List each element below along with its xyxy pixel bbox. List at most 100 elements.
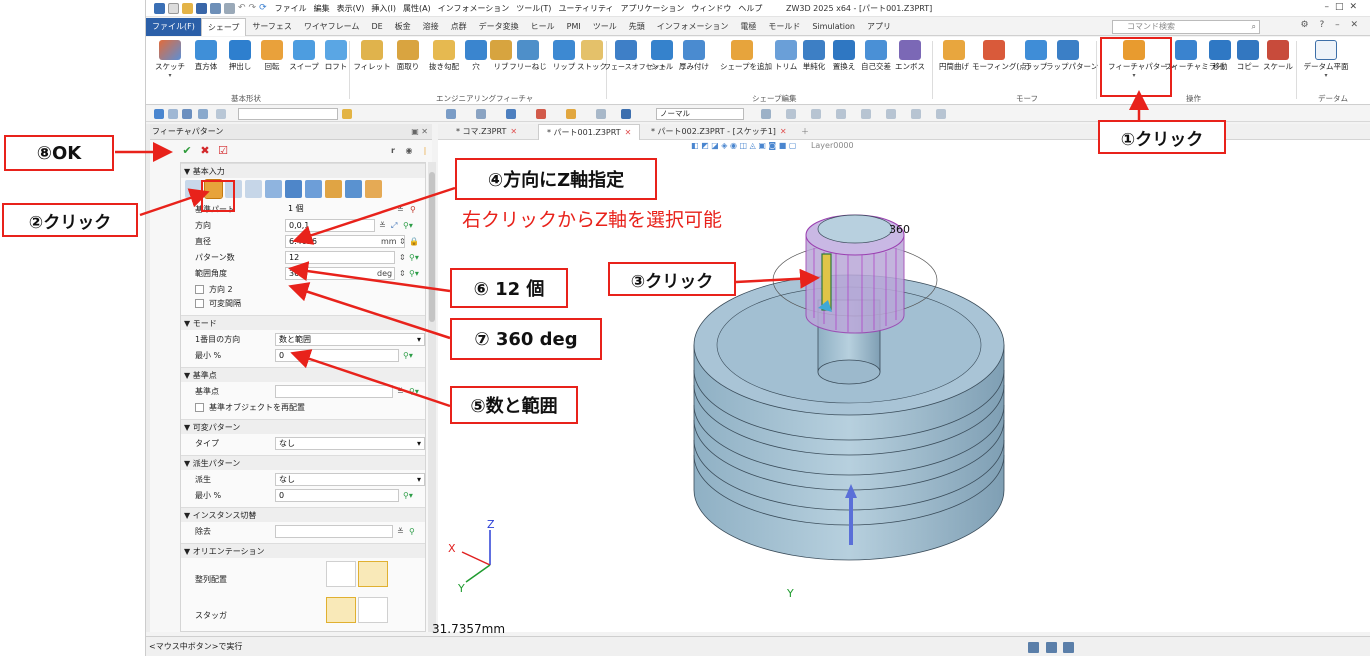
graphics-viewport[interactable] [438, 124, 1370, 632]
undo-icon[interactable]: ↶ [238, 3, 246, 13]
tool-icon[interactable] [536, 109, 546, 119]
section-instance-toggle[interactable]: ▼ インスタンス切替 [181, 507, 425, 522]
stagger-option-2[interactable] [358, 597, 388, 623]
min-percent2-input[interactable]: 0 [275, 489, 399, 502]
direction2-checkbox[interactable] [195, 285, 204, 294]
tab-heal[interactable]: ヒール [525, 18, 561, 36]
reverse-direction-icon[interactable]: ⤢ [391, 219, 397, 233]
menu-item-edit[interactable]: 編集 [314, 3, 330, 14]
pick-icon[interactable]: ⚲▾ [409, 251, 419, 265]
tab-wireframe[interactable]: ワイヤフレーム [298, 18, 366, 36]
tab-information[interactable]: インフォメーション [651, 18, 735, 36]
tool-icon[interactable] [506, 109, 516, 119]
search-icon[interactable]: ⌕ [1252, 21, 1256, 33]
menu-item-tools[interactable]: ツール(T) [516, 3, 551, 14]
options-icon[interactable]: ◉ [402, 144, 416, 158]
tab-pmi[interactable]: PMI [561, 18, 587, 36]
point-pattern-icon[interactable] [245, 180, 262, 198]
tool-icon[interactable] [446, 109, 456, 119]
view-icon[interactable] [216, 109, 226, 119]
derive-select[interactable]: なし ▾ [275, 473, 425, 486]
close-icon[interactable]: ✕ [625, 128, 632, 137]
tab-weld[interactable]: 溶接 [417, 18, 445, 36]
face-pattern-icon[interactable] [305, 180, 322, 198]
pick-icon[interactable]: ⚲▾ [403, 219, 413, 233]
fill-pattern-icon[interactable] [265, 180, 282, 198]
close-icon[interactable]: ✕ [780, 127, 787, 136]
tab-surface[interactable]: サーフェス [246, 18, 298, 36]
tab-pointcloud[interactable]: 点群 [445, 18, 473, 36]
menu-item-information[interactable]: インフォメーション [438, 3, 510, 14]
section-orientation[interactable]: ▼ オリエンテーション [181, 543, 425, 558]
tab-tools[interactable]: ツール [587, 18, 623, 36]
tab-mold[interactable]: モールド [762, 18, 806, 36]
pick-icon[interactable]: ⚲▾ [403, 489, 413, 503]
window-controls[interactable]: –□✕ [1324, 2, 1363, 12]
tab-apps[interactable]: アプリ [861, 18, 897, 36]
tool-icon[interactable] [621, 109, 631, 119]
emboss-button[interactable]: エンボス [888, 40, 932, 88]
view-tool-icon[interactable]: ◧ ◩ ◪ ◈ ◉ ◫ ◬ ▣ ◙ ■ ▢ [691, 141, 796, 150]
sketch-tool-icon[interactable] [861, 109, 871, 119]
tool-icon[interactable] [596, 109, 606, 119]
filter-dropdown[interactable] [238, 108, 338, 120]
layout-icon[interactable] [1028, 642, 1039, 653]
sketch-tool-icon[interactable] [911, 109, 921, 119]
stepper-icon[interactable]: ⇕ [399, 267, 406, 281]
cancel-button[interactable]: ✖ [198, 144, 212, 158]
help-icon[interactable]: ❘ [418, 144, 432, 158]
min-percent-input[interactable]: 0 [275, 349, 399, 362]
base-part-value[interactable]: 1 個 [285, 203, 395, 216]
render-style-dropdown[interactable]: ノーマル [656, 108, 744, 120]
type-select[interactable]: なし ▾ [275, 437, 425, 450]
tab-file[interactable]: ファイル(F) [146, 17, 201, 36]
lock-icon[interactable]: 🔒 [409, 235, 419, 249]
reset-icon[interactable]: r [386, 144, 400, 158]
curve-pattern-icon[interactable] [285, 180, 302, 198]
scale-button[interactable]: スケール [1256, 40, 1300, 88]
menu-item-file[interactable]: ファイル [275, 3, 307, 14]
app-logo-icon[interactable] [154, 2, 165, 14]
sketch-tool-icon[interactable] [886, 109, 896, 119]
filter-icon[interactable]: ≚ [397, 385, 404, 399]
snap-icon[interactable] [198, 109, 208, 119]
layer-box[interactable]: Layer0000 [811, 141, 854, 150]
section-variable-pattern[interactable]: ▼ 可変パターン [181, 419, 425, 434]
arrange-option-2[interactable] [358, 561, 388, 587]
menu-item-window[interactable]: ウィンドウ [691, 3, 731, 14]
tab-electrode[interactable]: 電極 [734, 18, 762, 36]
arrange-option-1[interactable] [326, 561, 356, 587]
cylinder-bend-button[interactable]: 円筒曲げ [932, 40, 976, 88]
sketch-tool-icon[interactable] [836, 109, 846, 119]
command-search-input[interactable]: コマンド検索 ⌕ [1112, 20, 1260, 34]
section-mode[interactable]: ▼ モード [181, 315, 425, 330]
variable-pattern-icon[interactable] [325, 180, 342, 198]
sketch-tool-icon[interactable] [811, 109, 821, 119]
menu-item-utility[interactable]: ユーティリティ [558, 3, 613, 14]
cursor-icon[interactable] [761, 109, 771, 119]
base-point-input[interactable] [275, 385, 393, 398]
wrap-pattern-button[interactable]: ラップパターン [1046, 40, 1098, 88]
filter-icon[interactable]: ≚ [397, 525, 404, 539]
new-tab-icon[interactable]: ＋ [793, 124, 817, 140]
redo-icon[interactable]: ↷ [249, 3, 257, 13]
morph-point-button[interactable]: モーフィング(点) [972, 40, 1030, 88]
apply-button[interactable]: ☑ [216, 144, 230, 158]
menu-item-attribute[interactable]: 属性(A) [403, 3, 431, 14]
pick-icon[interactable]: ⚲▾ [409, 385, 419, 399]
tab-simulation[interactable]: Simulation [806, 18, 861, 36]
tool-icon[interactable] [476, 109, 486, 119]
doc-tab-part001[interactable]: * パート001.Z3PRT ✕ [538, 124, 641, 140]
panel-close-icon[interactable]: ▣ ✕ [411, 124, 428, 140]
pattern-count-input[interactable]: 12 [285, 251, 395, 264]
panel-scrollbar[interactable] [428, 162, 436, 632]
first-direction-select[interactable]: 数と範囲 ▾ [275, 333, 425, 346]
pick-icon[interactable]: ⚲▾ [409, 267, 419, 281]
direction-input[interactable]: 0,0,1 [285, 219, 375, 232]
doc-tab-koma[interactable]: * コマ.Z3PRT ✕ [448, 124, 525, 140]
add-shape-button[interactable]: シェープを追加 [720, 40, 772, 88]
tab-shape[interactable]: シェープ [200, 17, 247, 36]
new-file-icon[interactable] [168, 2, 179, 14]
select-icon[interactable] [154, 109, 164, 119]
doc-tab-part002[interactable]: * パート002.Z3PRT - [スケッチ1] ✕ [643, 124, 795, 140]
